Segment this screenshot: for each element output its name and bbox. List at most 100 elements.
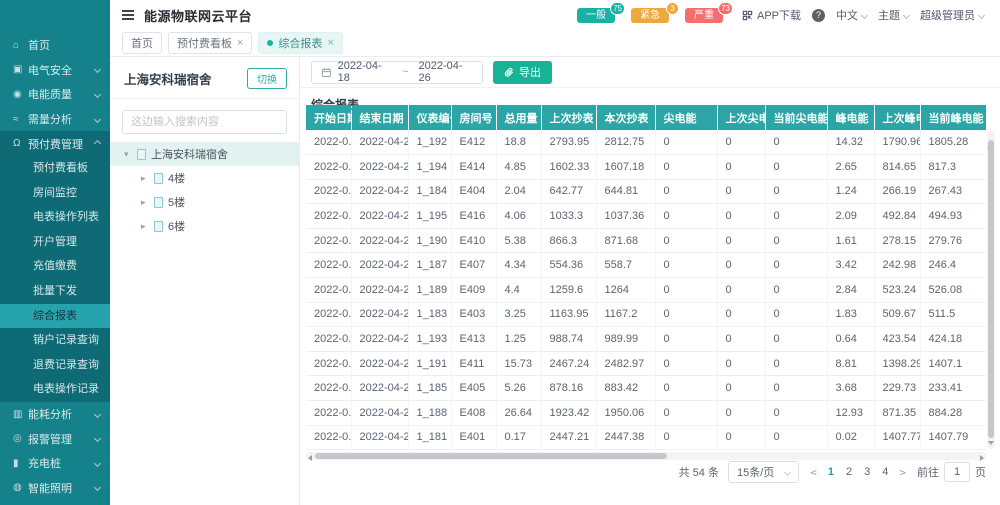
sidebar-item-demand-analysis[interactable]: ≈需量分析 [0, 107, 110, 132]
cell: 0 [765, 155, 827, 180]
next-page-button[interactable]: > [897, 466, 908, 479]
sidebar-item-smart-lighting[interactable]: ◍智能照明 [0, 476, 110, 501]
tree-node-2[interactable]: ▸6楼 [110, 214, 299, 238]
theme-select[interactable]: 主题 [878, 7, 909, 23]
sidebar-subitem-4[interactable]: 充值缴费 [0, 254, 110, 279]
table-row-8[interactable]: 2022-0...2022-04-26 ...1_193E4131.25988.… [306, 327, 986, 352]
expand-arrow-icon[interactable]: ▸ [141, 197, 149, 208]
sidebar-item-energy-analysis[interactable]: ▥能耗分析 [0, 402, 110, 427]
sidebar-item-electrical-safety[interactable]: ▣电气安全 [0, 58, 110, 83]
sidebar-subitem-3[interactable]: 开户管理 [0, 230, 110, 255]
tree-search-input[interactable] [122, 110, 287, 134]
alarm-badge-2[interactable]: 严重73 [685, 8, 723, 23]
table-row-3[interactable]: 2022-0...2022-04-26 ...1_195E4164.061033… [306, 204, 986, 229]
table-row-2[interactable]: 2022-0...2022-04-26 ...1_184E4042.04642.… [306, 179, 986, 204]
sidebar-subitem-label: 电表操作列表 [33, 211, 99, 223]
sidebar-subitem-5[interactable]: 批量下发 [0, 279, 110, 304]
tree-node-0[interactable]: ▸4楼 [110, 166, 299, 190]
language-select[interactable]: 中文 [836, 7, 867, 23]
alarm-badge-count: 3 [666, 2, 679, 15]
cell: 0 [765, 302, 827, 327]
cell: 1950.06 [596, 401, 655, 426]
cell: 1_192 [408, 130, 451, 155]
sidebar-subitem-2[interactable]: 电表操作列表 [0, 205, 110, 230]
close-icon[interactable]: × [237, 38, 243, 49]
cell: 1923.42 [541, 401, 596, 426]
table-row-4[interactable]: 2022-0...2022-04-26 ...1_190E4105.38866.… [306, 228, 986, 253]
expand-arrow-icon[interactable]: ▸ [141, 221, 149, 232]
charging-pile-icon: ▮ [13, 458, 28, 469]
sidebar-subitem-7[interactable]: 销户记录查询 [0, 328, 110, 353]
horizontal-scrollbar-thumb[interactable] [315, 453, 667, 459]
alarm-badge-count: 75 [610, 2, 625, 15]
scroll-down-icon[interactable] [988, 441, 994, 445]
cell: 4.34 [496, 253, 541, 278]
prev-page-button[interactable]: < [808, 466, 819, 479]
cell: 1.25 [496, 327, 541, 352]
chevron-down-icon [94, 411, 101, 418]
cell: 1_184 [408, 179, 451, 204]
alarm-badge-0[interactable]: 一般75 [577, 8, 615, 23]
table-row-12[interactable]: 2022-0...2022-04-26 ...1_181E4010.172447… [306, 425, 986, 450]
page-number-1[interactable]: 1 [828, 466, 834, 478]
breadcrumb-tab-2[interactable]: 综合报表× [258, 32, 342, 54]
sidebar-subitem-0[interactable]: 预付费看板 [0, 156, 110, 181]
tree-root-node[interactable]: ▾ 上海安科瑞宿舍 [110, 142, 299, 166]
table-row-5[interactable]: 2022-0...2022-04-26 ...1_187E4074.34554.… [306, 253, 986, 278]
table-row-6[interactable]: 2022-0...2022-04-26 ...1_189E4094.41259.… [306, 278, 986, 303]
table-row-9[interactable]: 2022-0...2022-04-26 ...1_191E41115.73246… [306, 351, 986, 376]
cell: 1607.18 [596, 155, 655, 180]
horizontal-scrollbar[interactable] [306, 452, 986, 460]
expand-arrow-icon[interactable]: ▸ [141, 173, 149, 184]
vertical-scrollbar[interactable] [987, 131, 995, 449]
table-row-1[interactable]: 2022-0...2022-04-26 ...1_194E4144.851602… [306, 155, 986, 180]
cell: E410 [451, 228, 496, 253]
breadcrumb-tab-1[interactable]: 预付费看板× [168, 32, 252, 54]
cell: E413 [451, 327, 496, 352]
vertical-scrollbar-thumb[interactable] [988, 140, 994, 438]
sidebar-item-prepaid-management[interactable]: Ω预付费管理 [0, 131, 110, 156]
goto-page-input[interactable] [944, 462, 970, 482]
tree-node-1[interactable]: ▸5楼 [110, 190, 299, 214]
scroll-left-icon[interactable] [308, 455, 312, 461]
cell: 814.65 [874, 155, 920, 180]
alarm-badge-1[interactable]: 紧急3 [631, 8, 669, 23]
breadcrumb-tab-0[interactable]: 首页 [122, 32, 162, 54]
switch-button[interactable]: 切换 [247, 68, 287, 89]
table-row-11[interactable]: 2022-0...2022-04-26 ...1_188E40826.64192… [306, 401, 986, 426]
cell: 2.65 [827, 155, 874, 180]
table-row-7[interactable]: 2022-0...2022-04-26 ...1_183E4033.251163… [306, 302, 986, 327]
chevron-down-icon [861, 11, 868, 18]
page-number-4[interactable]: 4 [882, 466, 888, 478]
cell: 2022-0... [306, 425, 351, 450]
page-number-2[interactable]: 2 [846, 466, 852, 478]
cell: 0 [717, 228, 765, 253]
sidebar-subitem-1[interactable]: 房间监控 [0, 181, 110, 206]
app-download-button[interactable]: APP下载 [742, 7, 801, 23]
sidebar-subitem-9[interactable]: 电表操作记录 [0, 377, 110, 402]
export-button[interactable]: 导出 [493, 61, 552, 84]
close-icon[interactable]: × [327, 38, 333, 49]
sidebar-item-home[interactable]: ⌂首页 [0, 33, 110, 58]
page-size-select[interactable]: 15条/页 [728, 461, 799, 483]
column-header-0: 开始日期 [306, 105, 351, 130]
cell: 554.36 [541, 253, 596, 278]
sidebar-subitem-label: 开户管理 [33, 236, 77, 248]
date-range-picker[interactable]: 2022-04-18 ~ 2022-04-26 [311, 61, 483, 84]
cell: 3.68 [827, 376, 874, 401]
table-row-10[interactable]: 2022-0...2022-04-26 ...1_185E4055.26878.… [306, 376, 986, 401]
help-icon[interactable]: ? [812, 9, 825, 22]
sidebar-subitem-6[interactable]: 综合报表 [0, 304, 110, 329]
cell: 2022-04-26 ... [351, 302, 408, 327]
sidebar-item-charging-pile[interactable]: ▮充电桩 [0, 451, 110, 476]
sidebar-item-alarm-management[interactable]: ◎报警管理 [0, 427, 110, 452]
table-row-0[interactable]: 2022-0...2022-04-26 ...1_192E41218.82793… [306, 130, 986, 155]
page-number-3[interactable]: 3 [864, 466, 870, 478]
sidebar-subitem-8[interactable]: 退费记录查询 [0, 353, 110, 378]
menu-toggle-icon[interactable] [122, 10, 134, 20]
sidebar-item-power-quality[interactable]: ◉电能质量 [0, 82, 110, 107]
cell: 2022-04-26 ... [351, 401, 408, 426]
collapse-arrow-icon[interactable]: ▾ [124, 149, 132, 160]
user-menu[interactable]: 超级管理员 [920, 7, 984, 23]
user-name: 超级管理员 [920, 7, 975, 23]
